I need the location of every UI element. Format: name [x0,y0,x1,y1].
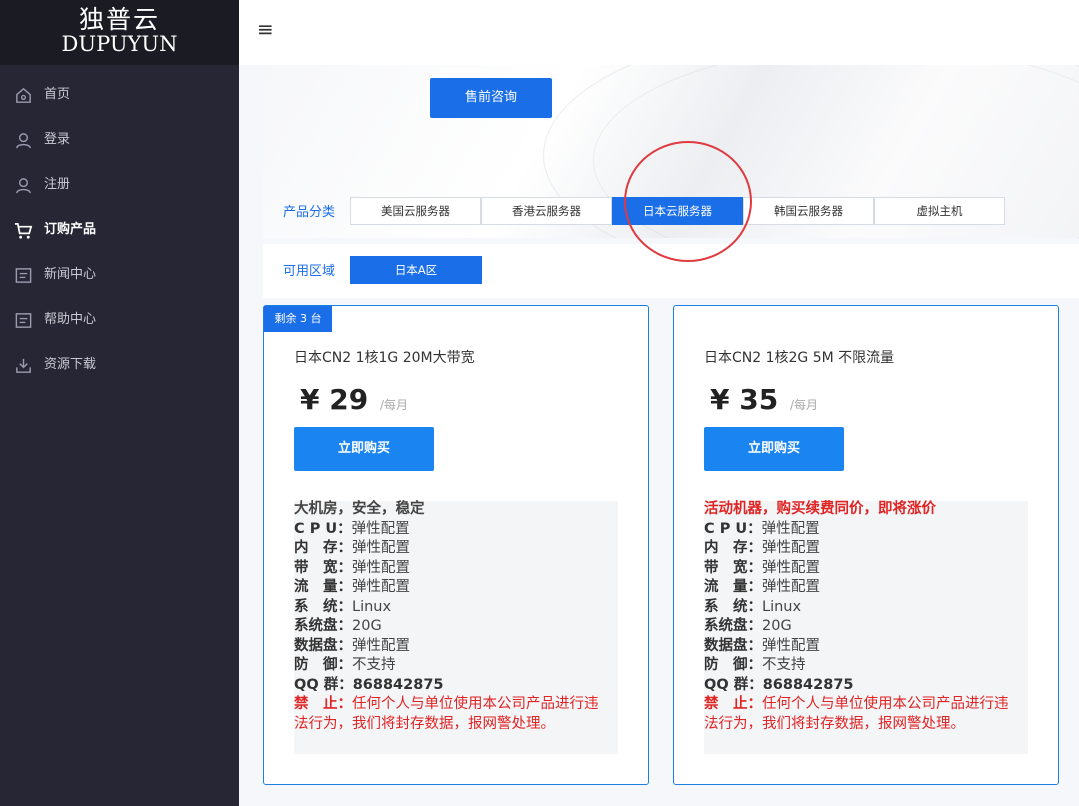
top-header: ≡ [239,0,1079,65]
spec-traffic: 流 量：弹性配置 [704,579,820,595]
sidebar-item-label: 资源下载 [44,357,97,372]
sidebar-item-help[interactable]: 帮助中心 [0,298,239,343]
spec-box: 活动机器，购买续费同价，即将涨价 C P U：弹性配置 内 存：弹性配置 带 宽… [704,501,1028,754]
stock-badge: 剩余 3 台 [264,306,332,332]
user-icon [16,178,31,194]
currency-symbol: ¥ [710,383,730,416]
zone-label: 可用区域 [283,264,336,279]
spec-system-disk: 系统盘：20G [704,618,792,634]
tab-virtual-host[interactable]: 虚拟主机 [874,197,1005,225]
spec-system-disk: 系统盘：20G [294,618,382,634]
spec-box: 大机房，安全，稳定 C P U：弹性配置 内 存：弹性配置 带 宽：弹性配置 流… [294,501,618,754]
price-unit: /每月 [380,398,409,412]
buy-now-button[interactable]: 立即购买 [704,427,844,471]
sidebar-item-label: 新闻中心 [44,267,97,282]
help-icon [15,313,32,328]
spec-headline: 大机房，安全，稳定 [294,501,425,517]
product-card: 日本CN2 1核2G 5M 不限流量 ¥ 35 /每月 立即购买 活动机器，购买… [673,305,1059,785]
download-icon [16,358,31,373]
price-unit: /每月 [790,398,819,412]
sidebar-item-order-products[interactable]: 订购产品 [0,208,239,253]
spec-cpu: C P U：弹性配置 [294,520,410,537]
spec-qq-group: QQ 群：868842875 [704,676,854,693]
spec-prohibition-notice: 禁 止：任何个人与单位使用本公司产品进行违法行为，我们将封存数据，报网警处理。 [704,696,1009,732]
spec-bandwidth: 带 宽：弹性配置 [704,559,820,576]
sidebar-item-news[interactable]: 新闻中心 [0,253,239,298]
price-value: 35 [739,383,779,416]
sidebar-item-label: 注册 [44,177,71,192]
category-label: 产品分类 [283,205,336,220]
tab-japan-cloud-server[interactable]: 日本云服务器 [612,197,743,225]
price: ¥ 29 [300,383,368,417]
spec-memory: 内 存：弹性配置 [704,540,820,556]
logo-english: DUPUYUN [61,32,178,56]
spec-cpu: C P U：弹性配置 [704,520,820,537]
tab-korea-cloud-server[interactable]: 韩国云服务器 [743,197,874,225]
spec-os: 系 统：Linux [294,598,392,615]
spec-defense: 防 御：不支持 [704,657,806,673]
tab-japan-zone-a[interactable]: 日本A区 [350,256,482,284]
spec-os: 系 统：Linux [704,598,802,615]
price-value: 29 [329,383,369,416]
news-icon [15,268,32,283]
sidebar-item-label: 首页 [44,87,71,102]
presales-consult-button[interactable]: 售前咨询 [430,78,552,118]
sidebar-item-login[interactable]: 登录 [0,118,239,163]
price: ¥ 35 [710,383,778,417]
cart-icon [14,222,33,239]
spec-bandwidth: 带 宽：弹性配置 [294,559,410,576]
product-title: 日本CN2 1核2G 5M 不限流量 [704,350,895,366]
spec-memory: 内 存：弹性配置 [294,540,410,556]
tab-hk-cloud-server[interactable]: 香港云服务器 [481,197,612,225]
sidebar-item-label: 帮助中心 [44,312,97,327]
logo[interactable]: 独普云 DUPUYUN [0,0,239,65]
currency-symbol: ¥ [300,383,320,416]
spec-headline: 活动机器，购买续费同价，即将涨价 [704,501,936,517]
home-icon [16,87,31,103]
product-card: 剩余 3 台 日本CN2 1核1G 20M大带宽 ¥ 29 /每月 立即购买 大… [263,305,649,785]
spec-defense: 防 御：不支持 [294,657,396,673]
sidebar-item-label: 订购产品 [44,222,97,237]
sidebar-item-home[interactable]: 首页 [0,73,239,118]
sidebar-item-register[interactable]: 注册 [0,163,239,208]
spec-data-disk: 数据盘：弹性配置 [704,637,820,654]
tab-us-cloud-server[interactable]: 美国云服务器 [350,197,481,225]
spec-traffic: 流 量：弹性配置 [294,579,410,595]
product-title: 日本CN2 1核1G 20M大带宽 [294,350,475,366]
spec-qq-group: QQ 群：868842875 [294,676,444,693]
spec-data-disk: 数据盘：弹性配置 [294,637,410,654]
sidebar-item-downloads[interactable]: 资源下载 [0,343,239,388]
buy-now-button[interactable]: 立即购买 [294,427,434,471]
spec-prohibition-notice: 禁 止：任何个人与单位使用本公司产品进行违法行为，我们将封存数据，报网警处理。 [294,696,599,732]
sidebar-item-label: 登录 [44,132,71,147]
hamburger-icon[interactable]: ≡ [257,18,275,40]
logo-chinese: 独普云 [78,5,160,34]
sidebar: 独普云 DUPUYUN 首页 登录 注册 订购产品 新闻中心 帮助中心 资源下载 [0,0,239,806]
user-icon [16,133,31,149]
